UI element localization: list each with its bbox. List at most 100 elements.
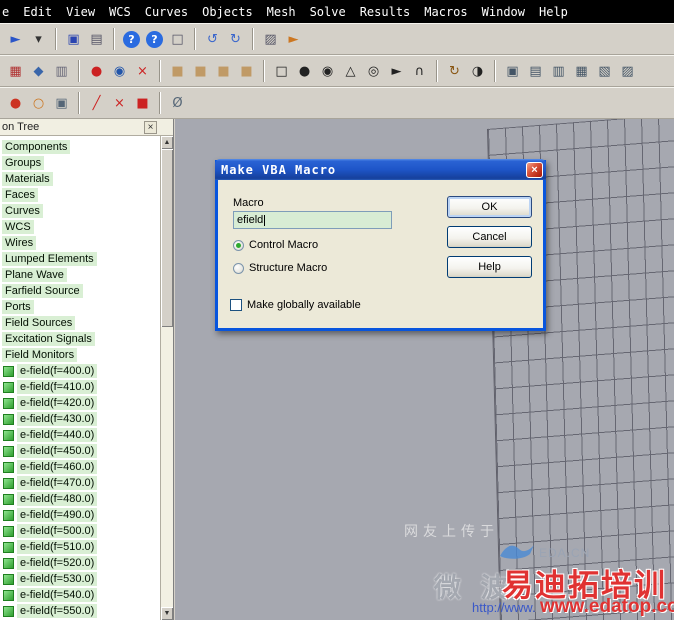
tree-item-efield[interactable]: e-field(f=400.0) bbox=[0, 363, 160, 379]
ok-button[interactable]: OK bbox=[447, 196, 532, 218]
menu-item[interactable]: Window bbox=[475, 5, 532, 19]
tree-item[interactable]: Curves bbox=[0, 203, 160, 219]
help-icon[interactable]: ? bbox=[146, 30, 163, 48]
tree-item[interactable]: Lumped Elements bbox=[0, 251, 160, 267]
tile-vertical-icon[interactable]: ▦ bbox=[571, 61, 592, 81]
menu-item[interactable]: Macros bbox=[417, 5, 474, 19]
help-context-icon[interactable]: ? bbox=[123, 30, 140, 48]
print-icon[interactable]: ▤ bbox=[86, 29, 107, 49]
tree-item-efield[interactable]: e-field(f=530.0) bbox=[0, 571, 160, 587]
scrollbar-down-icon[interactable]: ▼ bbox=[161, 607, 173, 620]
clear-picks-icon[interactable]: × bbox=[132, 61, 153, 81]
tree-item[interactable]: WCS bbox=[0, 219, 160, 235]
tree-item[interactable]: Materials bbox=[0, 171, 160, 187]
menu-item[interactable]: Results bbox=[353, 5, 418, 19]
tile-horizontal-icon[interactable]: ▥ bbox=[548, 61, 569, 81]
face-tool-icon[interactable]: ■ bbox=[132, 93, 153, 113]
undo-icon[interactable]: ↺ bbox=[202, 29, 223, 49]
tree-item[interactable]: Ports bbox=[0, 299, 160, 315]
material-list-icon[interactable]: ▥ bbox=[51, 61, 72, 81]
tree-item[interactable]: Plane Wave bbox=[0, 267, 160, 283]
menu-item[interactable]: Curves bbox=[138, 5, 195, 19]
tree-item[interactable]: Components bbox=[0, 139, 160, 155]
cone-primitive-icon[interactable]: △ bbox=[340, 61, 361, 81]
tree-item-efield[interactable]: e-field(f=450.0) bbox=[0, 443, 160, 459]
transform-icon[interactable]: ↻ bbox=[444, 61, 465, 81]
blend-icon[interactable]: ◑ bbox=[467, 61, 488, 81]
box-primitive-icon[interactable]: □ bbox=[271, 61, 292, 81]
units-icon[interactable]: ▦ bbox=[5, 61, 26, 81]
scrollbar-up-icon[interactable]: ▲ bbox=[161, 136, 173, 149]
circle-tool-icon[interactable]: ○ bbox=[28, 93, 49, 113]
tree-item-efield[interactable]: e-field(f=520.0) bbox=[0, 555, 160, 571]
menu-item[interactable]: Mesh bbox=[260, 5, 303, 19]
cascade-windows-icon[interactable]: ▤ bbox=[525, 61, 546, 81]
select-arrow-icon[interactable]: ► bbox=[5, 29, 26, 49]
sphere-primitive-icon[interactable]: ◉ bbox=[317, 61, 338, 81]
tree-item-efield[interactable]: e-field(f=500.0) bbox=[0, 523, 160, 539]
background-material-icon[interactable]: ◆ bbox=[28, 61, 49, 81]
tree-item[interactable]: Faces bbox=[0, 187, 160, 203]
torus-primitive-icon[interactable]: ◎ bbox=[363, 61, 384, 81]
record-macro-icon[interactable]: ● bbox=[5, 93, 26, 113]
loft-primitive-icon[interactable]: ∩ bbox=[409, 61, 430, 81]
scrollbar-thumb[interactable] bbox=[161, 149, 173, 327]
save-icon[interactable]: ▣ bbox=[63, 29, 84, 49]
extrude-primitive-icon[interactable]: ► bbox=[386, 61, 407, 81]
redo-icon[interactable]: ↻ bbox=[225, 29, 246, 49]
tree-item[interactable]: Farfield Source bbox=[0, 283, 160, 299]
component-icon[interactable]: ■ bbox=[213, 61, 234, 81]
tree-item[interactable]: Excitation Signals bbox=[0, 331, 160, 347]
fit-window-icon[interactable]: ▨ bbox=[617, 61, 638, 81]
structure-macro-radio[interactable]: Structure Macro bbox=[233, 262, 327, 274]
tree-item-efield[interactable]: e-field(f=460.0) bbox=[0, 459, 160, 475]
tree-item-efield[interactable]: e-field(f=480.0) bbox=[0, 491, 160, 507]
dropdown-caret-icon[interactable]: ▾ bbox=[28, 29, 49, 49]
menu-item[interactable]: Edit bbox=[16, 5, 59, 19]
menu-item[interactable]: Solve bbox=[303, 5, 353, 19]
tree-item[interactable]: Groups bbox=[0, 155, 160, 171]
tree-item-efield[interactable]: e-field(f=490.0) bbox=[0, 507, 160, 523]
dialog-close-button[interactable]: × bbox=[526, 161, 543, 178]
menu-item[interactable]: Objects bbox=[195, 5, 260, 19]
tree-item-efield[interactable]: e-field(f=550.0) bbox=[0, 603, 160, 619]
run-macro-icon[interactable]: ► bbox=[283, 29, 304, 49]
tree-item[interactable]: Wires bbox=[0, 235, 160, 251]
copy-image-icon[interactable]: □ bbox=[167, 29, 188, 49]
dialog-title-bar[interactable]: Make VBA Macro × bbox=[215, 159, 546, 180]
toolbar-icon-glyph: ↺ bbox=[207, 31, 218, 47]
menu-item[interactable]: Help bbox=[532, 5, 575, 19]
pencil-icon[interactable]: ╱ bbox=[86, 93, 107, 113]
cancel-button[interactable]: Cancel bbox=[447, 226, 532, 248]
menu-item[interactable]: WCS bbox=[102, 5, 138, 19]
tree-item-efield[interactable]: e-field(f=540.0) bbox=[0, 587, 160, 603]
group-icon[interactable]: ■ bbox=[190, 61, 211, 81]
new-window-icon[interactable]: ▣ bbox=[502, 61, 523, 81]
brick-icon[interactable]: ■ bbox=[167, 61, 188, 81]
help-button[interactable]: Help bbox=[447, 256, 532, 278]
macro-name-input[interactable]: efield bbox=[233, 211, 392, 229]
delete-segment-icon[interactable]: × bbox=[109, 93, 130, 113]
solid-icon[interactable]: ■ bbox=[236, 61, 257, 81]
pick-point-icon[interactable]: ● bbox=[86, 61, 107, 81]
tree-item-efield[interactable]: e-field(f=430.0) bbox=[0, 411, 160, 427]
pick-edge-icon[interactable]: ◉ bbox=[109, 61, 130, 81]
zoom-window-icon[interactable]: ▧ bbox=[594, 61, 615, 81]
tree-close-button[interactable]: × bbox=[144, 120, 157, 134]
tree-item-efield[interactable]: e-field(f=410.0) bbox=[0, 379, 160, 395]
disable-icon[interactable]: Ø bbox=[167, 93, 188, 113]
cylinder-primitive-icon[interactable]: ● bbox=[294, 61, 315, 81]
tree-item-efield[interactable]: e-field(f=440.0) bbox=[0, 427, 160, 443]
tree-item[interactable]: Field Monitors bbox=[0, 347, 160, 363]
tree-item[interactable]: Field Sources bbox=[0, 315, 160, 331]
menu-item[interactable]: e bbox=[0, 5, 16, 19]
tree-item-efield[interactable]: e-field(f=470.0) bbox=[0, 475, 160, 491]
control-macro-radio[interactable]: Control Macro bbox=[233, 239, 318, 251]
make-globally-available-checkbox[interactable]: Make globally available bbox=[230, 299, 361, 311]
tree-scrollbar[interactable]: ▲ ▼ bbox=[160, 136, 173, 620]
tree-item-efield[interactable]: e-field(f=510.0) bbox=[0, 539, 160, 555]
tree-item-efield[interactable]: e-field(f=420.0) bbox=[0, 395, 160, 411]
menu-item[interactable]: View bbox=[59, 5, 102, 19]
export-icon[interactable]: ▨ bbox=[260, 29, 281, 49]
snapshot-icon[interactable]: ▣ bbox=[51, 93, 72, 113]
